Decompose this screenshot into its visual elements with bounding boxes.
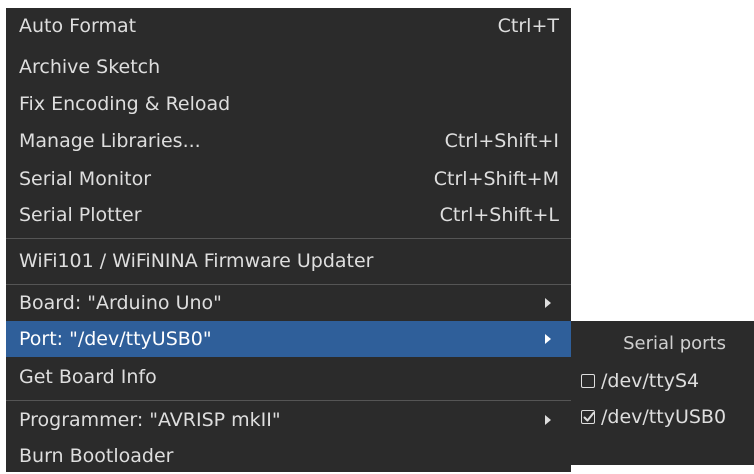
menu-item-label: Serial Plotter xyxy=(19,204,142,226)
menu-item-programmer[interactable]: Programmer: "AVRISP mkII" xyxy=(6,402,571,438)
submenu-arrow-icon xyxy=(545,415,551,425)
menu-item-archive-sketch[interactable]: Archive Sketch xyxy=(6,49,571,85)
menu-item-shortcut: Ctrl+Shift+M xyxy=(433,168,559,190)
port-submenu: Serial ports /dev/ttyS4 /dev/ttyUSB0 xyxy=(571,321,754,465)
menu-item-port[interactable]: Port: "/dev/ttyUSB0" xyxy=(6,321,571,357)
port-option-label: /dev/ttyS4 xyxy=(601,370,700,392)
menu-item-label: WiFi101 / WiFiNINA Firmware Updater xyxy=(19,250,374,272)
port-option-ttyS4[interactable]: /dev/ttyS4 xyxy=(571,363,754,399)
menu-item-label: Auto Format xyxy=(19,15,137,37)
menu-item-label: Get Board Info xyxy=(19,366,157,388)
menu-item-fix-encoding-reload[interactable]: Fix Encoding & Reload xyxy=(6,86,571,122)
port-option-label: /dev/ttyUSB0 xyxy=(601,406,727,428)
menu-item-shortcut: Ctrl+T xyxy=(497,15,559,37)
menu-item-label: Port: "/dev/ttyUSB0" xyxy=(19,328,212,350)
menu-item-label: Fix Encoding & Reload xyxy=(19,93,231,115)
menu-item-manage-libraries[interactable]: Manage Libraries... Ctrl+Shift+I xyxy=(6,123,571,159)
menu-item-shortcut: Ctrl+Shift+I xyxy=(444,130,559,152)
menu-item-firmware-updater[interactable]: WiFi101 / WiFiNINA Firmware Updater xyxy=(6,243,571,279)
menu-item-label: Board: "Arduino Uno" xyxy=(19,292,222,314)
menu-item-label: Serial Monitor xyxy=(19,168,152,190)
menu-item-burn-bootloader[interactable]: Burn Bootloader xyxy=(6,438,571,474)
menu-item-board[interactable]: Board: "Arduino Uno" xyxy=(6,285,571,321)
menu-item-get-board-info[interactable]: Get Board Info xyxy=(6,359,571,395)
checkbox-checked-icon[interactable] xyxy=(581,410,595,424)
serial-ports-header: Serial ports xyxy=(623,332,726,354)
checkbox-unchecked-icon[interactable] xyxy=(581,374,595,388)
submenu-arrow-icon xyxy=(545,298,551,308)
menu-item-label: Manage Libraries... xyxy=(19,130,201,152)
menu-item-serial-plotter[interactable]: Serial Plotter Ctrl+Shift+L xyxy=(6,197,571,233)
menu-item-label: Programmer: "AVRISP mkII" xyxy=(19,409,281,431)
checkmark-icon xyxy=(583,412,595,422)
submenu-arrow-icon xyxy=(545,334,551,344)
menu-item-serial-monitor[interactable]: Serial Monitor Ctrl+Shift+M xyxy=(6,161,571,197)
port-option-ttyUSB0[interactable]: /dev/ttyUSB0 xyxy=(571,399,754,435)
menu-separator xyxy=(6,238,571,239)
menu-separator xyxy=(6,400,571,401)
menu-item-label: Burn Bootloader xyxy=(19,445,174,467)
menu-item-shortcut: Ctrl+Shift+L xyxy=(439,204,559,226)
menu-item-auto-format[interactable]: Auto Format Ctrl+T xyxy=(6,8,571,44)
menu-item-label: Archive Sketch xyxy=(19,56,161,78)
tools-menu: Auto Format Ctrl+T Archive Sketch Fix En… xyxy=(6,8,571,472)
